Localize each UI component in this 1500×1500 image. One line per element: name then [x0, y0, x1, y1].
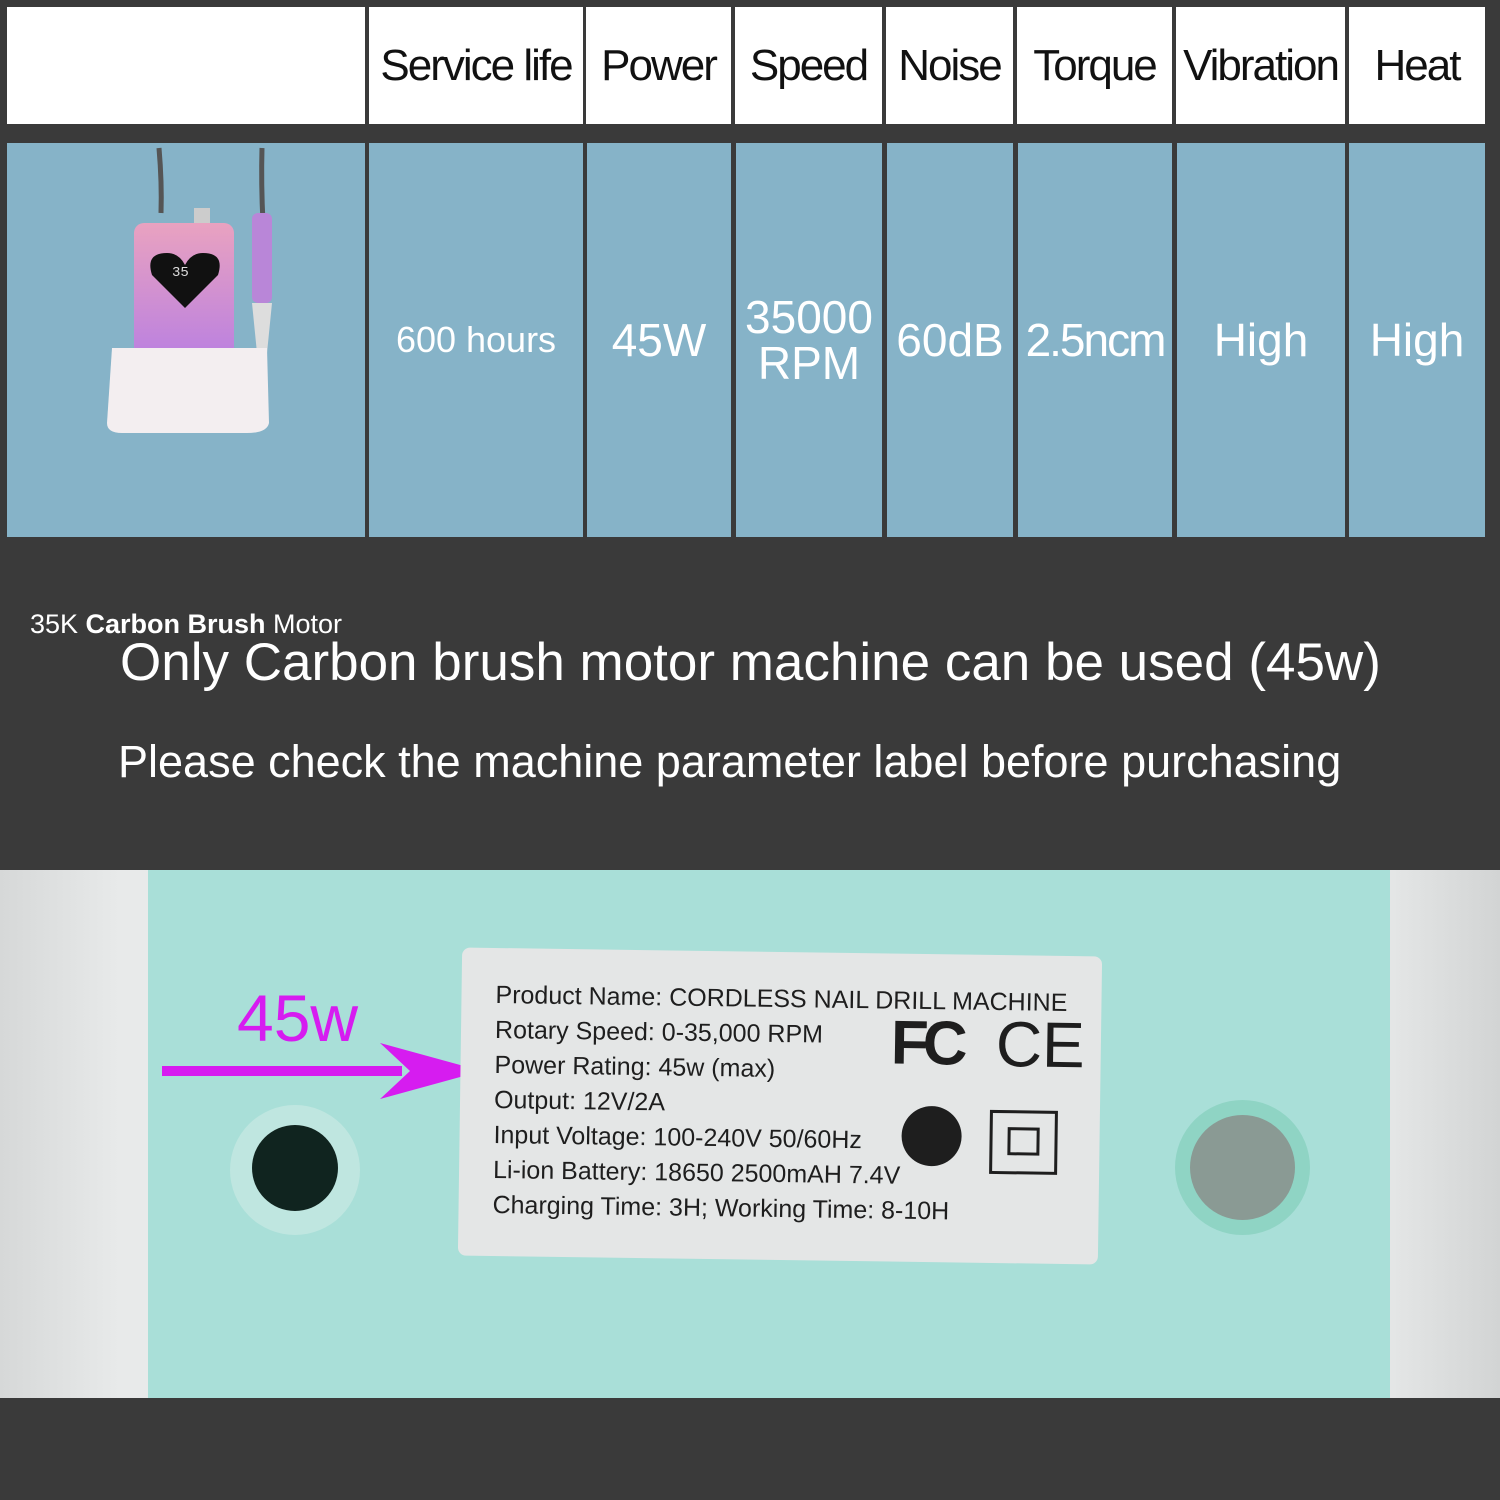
fcc-mark-icon: FC [890, 1008, 963, 1079]
header-heat: Heat [1349, 7, 1485, 124]
value-speed: 35000 RPM [736, 143, 882, 537]
value-heat: High [1349, 143, 1485, 537]
header-service-life: Service life [369, 7, 583, 124]
rubber-foot [1190, 1115, 1295, 1220]
nail-drill-image: 35 [107, 147, 272, 433]
value-power: 45W [587, 143, 731, 537]
header-noise: Noise [886, 7, 1013, 124]
header-empty [7, 7, 365, 124]
double-insulation-icon [989, 1109, 1058, 1175]
label-line: Charging Time: 3H; Working Time: 8-10H [492, 1190, 950, 1226]
value-service-life: 600 hours [369, 143, 583, 537]
display-reading: 35 [172, 265, 189, 281]
port-hole [252, 1125, 338, 1211]
arrow-icon [162, 1043, 482, 1099]
notice-subline: Please check the machine parameter label… [118, 736, 1342, 787]
value-noise: 60dB [887, 143, 1013, 537]
header-power: Power [586, 7, 731, 124]
value-torque: 2.5ncm [1018, 143, 1172, 537]
product-cell: 35 35K Carbon Brush Motor [7, 143, 365, 639]
header-torque: Torque [1017, 7, 1172, 124]
parameter-label: Product Name: CORDLESS NAIL DRILL MACHIN… [457, 947, 1103, 1265]
ce-mark-icon: CE [995, 1008, 1086, 1082]
header-speed: Speed [735, 7, 882, 124]
header-vibration: Vibration [1176, 7, 1345, 124]
value-vibration: High [1177, 143, 1345, 537]
notice-headline: Only Carbon brush motor machine can be u… [120, 633, 1381, 692]
